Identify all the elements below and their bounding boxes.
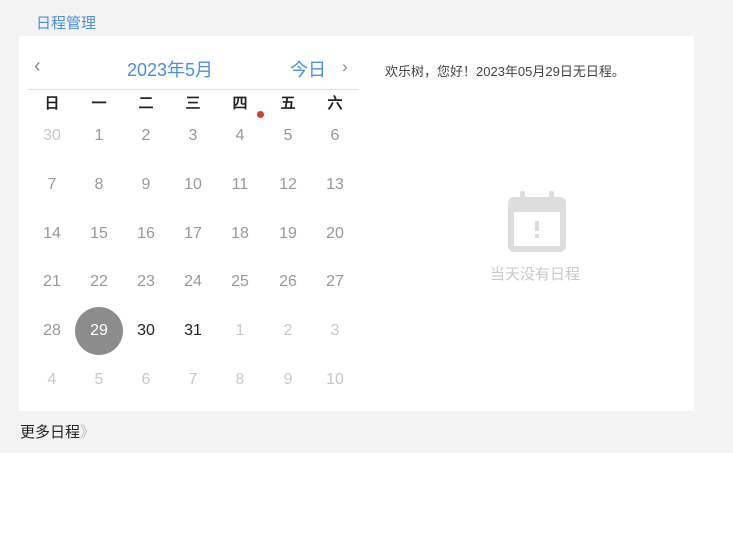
- weekday-label: 二: [138, 95, 154, 112]
- calendar-day[interactable]: 5: [264, 112, 312, 160]
- calendar-day[interactable]: 26: [264, 258, 312, 306]
- calendar-day[interactable]: 18: [216, 210, 264, 258]
- calendar-day-selected[interactable]: 29: [75, 307, 123, 355]
- event-marker-dot: [257, 111, 264, 118]
- calendar-day[interactable]: 5: [75, 356, 123, 404]
- calendar-day[interactable]: 23: [122, 258, 170, 306]
- calendar-day[interactable]: 22: [75, 258, 123, 306]
- calendar-day[interactable]: 11: [216, 161, 264, 209]
- calendar-day[interactable]: 2: [122, 112, 170, 160]
- calendar-day[interactable]: 17: [169, 210, 217, 258]
- weekday-label: 三: [185, 95, 201, 112]
- calendar-day[interactable]: 7: [169, 356, 217, 404]
- calendar-day[interactable]: 1: [75, 112, 123, 160]
- calendar-day[interactable]: 20: [311, 210, 359, 258]
- month-label: 2023年5月: [127, 60, 214, 80]
- double-chevron-right-icon: 》: [80, 424, 95, 441]
- calendar-day[interactable]: 10: [311, 356, 359, 404]
- page-title: 日程管理: [36, 15, 97, 32]
- weekday-label: 一: [91, 95, 107, 112]
- divider: [28, 89, 359, 90]
- calendar-day[interactable]: 3: [311, 307, 359, 355]
- calendar-day[interactable]: 3: [169, 112, 217, 160]
- calendar-day[interactable]: 4: [216, 112, 264, 160]
- calendar-day[interactable]: 12: [264, 161, 312, 209]
- weekday-label: 六: [327, 95, 343, 112]
- weekday-label: 五: [280, 95, 296, 112]
- calendar-day[interactable]: 31: [169, 307, 217, 355]
- calendar-day[interactable]: 7: [28, 161, 76, 209]
- calendar-day[interactable]: 8: [75, 161, 123, 209]
- calendar-day[interactable]: 6: [122, 356, 170, 404]
- calendar-day[interactable]: 6: [311, 112, 359, 160]
- empty-state-text: 当天没有日程: [490, 266, 581, 283]
- calendar-day[interactable]: 15: [75, 210, 123, 258]
- prev-month-chevron-icon[interactable]: ‹: [34, 55, 41, 78]
- weekday-label: 日: [44, 95, 60, 112]
- calendar-day[interactable]: 2: [264, 307, 312, 355]
- calendar-day[interactable]: 16: [122, 210, 170, 258]
- calendar-day[interactable]: 27: [311, 258, 359, 306]
- calendar-day[interactable]: 1: [216, 307, 264, 355]
- weekday-label: 四: [232, 95, 248, 112]
- calendar-day[interactable]: 28: [28, 307, 76, 355]
- calendar-day[interactable]: 4: [28, 356, 76, 404]
- calendar-alert-icon: [508, 190, 566, 257]
- calendar-day[interactable]: 30: [28, 112, 76, 160]
- calendar-day[interactable]: 8: [216, 356, 264, 404]
- greeting-text: 欢乐树，您好！2023年05月29日无日程。: [385, 64, 625, 79]
- calendar-day[interactable]: 19: [264, 210, 312, 258]
- calendar-day[interactable]: 9: [122, 161, 170, 209]
- next-month-chevron-icon[interactable]: ›: [342, 57, 348, 77]
- calendar-day[interactable]: 24: [169, 258, 217, 306]
- calendar-day[interactable]: 9: [264, 356, 312, 404]
- calendar-day[interactable]: 14: [28, 210, 76, 258]
- more-schedules-link[interactable]: 更多日程》: [20, 421, 95, 442]
- calendar-day[interactable]: 13: [311, 161, 359, 209]
- calendar-day[interactable]: 25: [216, 258, 264, 306]
- calendar-day[interactable]: 10: [169, 161, 217, 209]
- more-label: 更多日程: [20, 424, 81, 441]
- today-button[interactable]: 今日: [290, 56, 326, 82]
- calendar-day[interactable]: 30: [122, 307, 170, 355]
- calendar-day[interactable]: 21: [28, 258, 76, 306]
